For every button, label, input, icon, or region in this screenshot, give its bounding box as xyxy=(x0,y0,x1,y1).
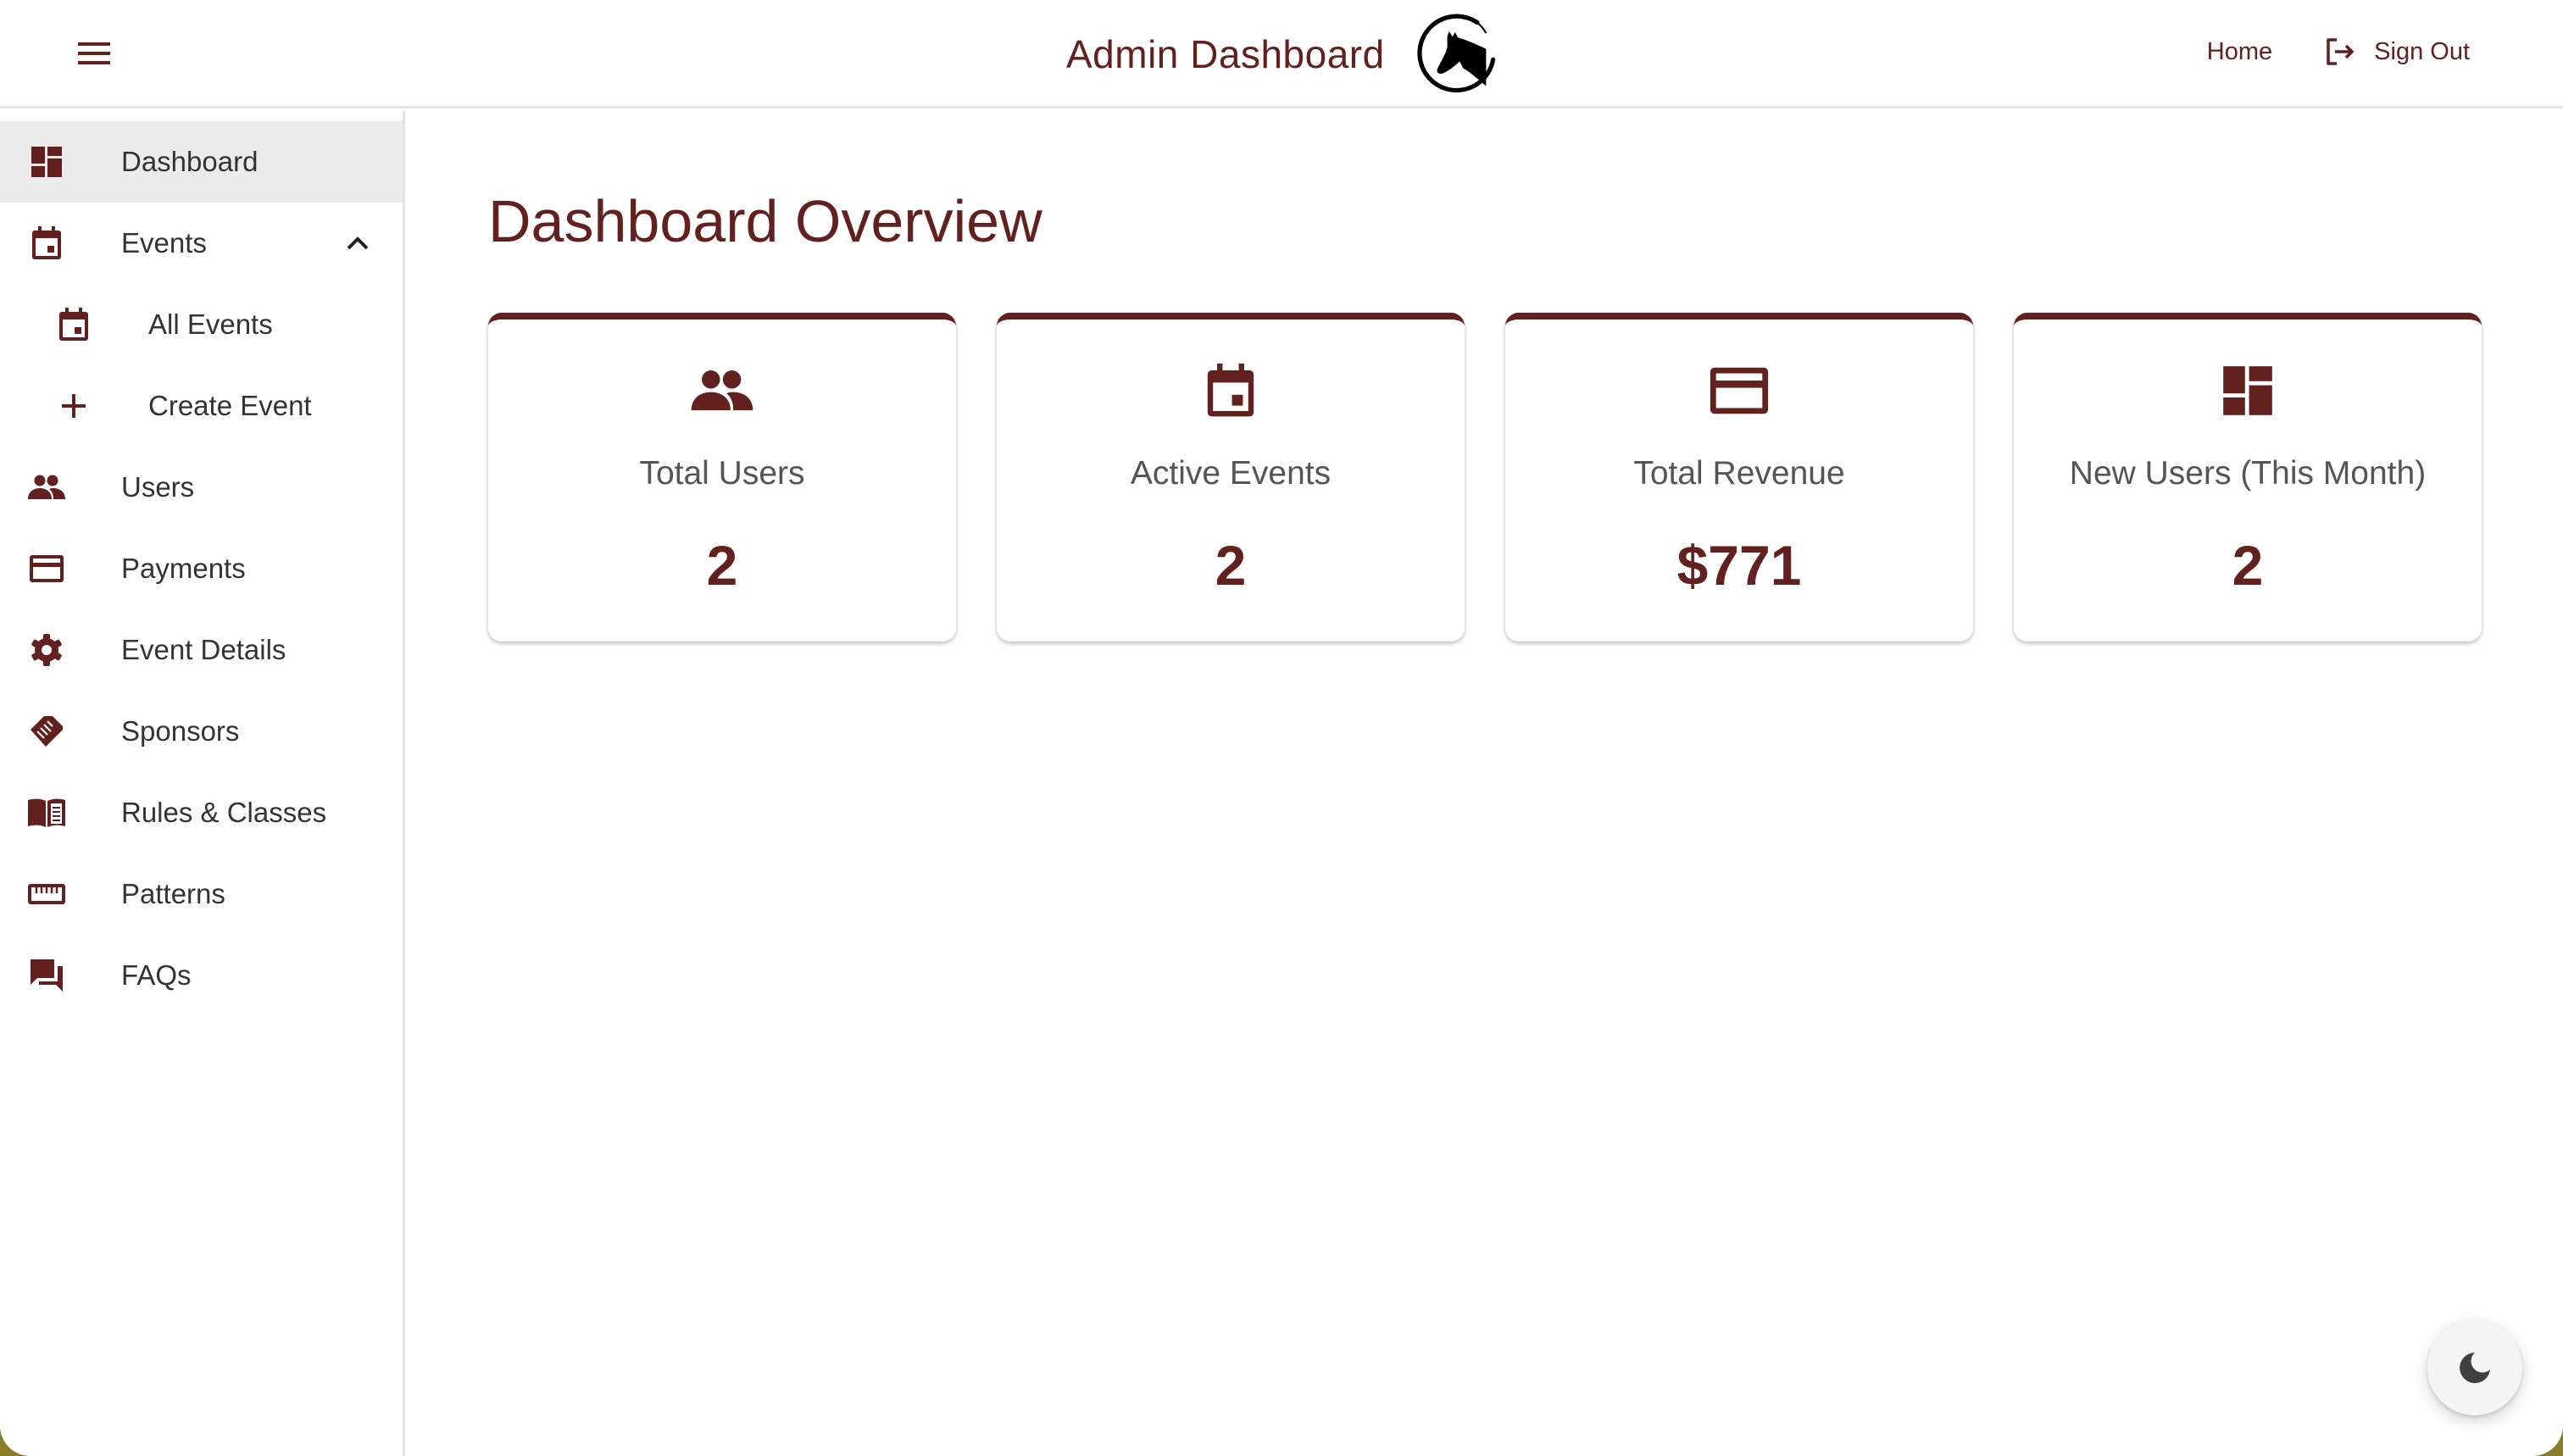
stat-value: 2 xyxy=(706,534,738,597)
sidebar-item-sponsors[interactable]: Sponsors xyxy=(0,691,403,772)
stat-card-total-users[interactable]: Total Users 2 xyxy=(488,313,956,642)
header-nav: Home Sign Out xyxy=(2207,31,2470,73)
hamburger-menu-icon xyxy=(78,42,110,64)
stat-value: $771 xyxy=(1676,534,1802,597)
credit-card-icon xyxy=(1705,357,1773,425)
dashboard-icon xyxy=(2214,357,2282,425)
theme-toggle-button[interactable] xyxy=(2427,1320,2522,1415)
stats-cards: Total Users 2 Active Events 2 Total Reve… xyxy=(488,313,2482,642)
sidebar-item-label: Patterns xyxy=(121,878,225,909)
stat-label: Total Revenue xyxy=(1633,455,1845,492)
sidebar-item-label: FAQs xyxy=(121,959,192,991)
calendar-icon xyxy=(27,224,66,263)
handshake-icon xyxy=(27,712,66,751)
sidebar-item-faqs[interactable]: FAQs xyxy=(0,935,403,1016)
horse-head-logo xyxy=(1417,14,1495,93)
sidebar-item-label: Events xyxy=(121,227,207,258)
stat-label: Active Events xyxy=(1130,455,1332,492)
home-link-label: Home xyxy=(2206,37,2273,65)
stat-card-total-revenue[interactable]: Total Revenue $771 xyxy=(1505,313,1973,642)
page-title: Dashboard Overview xyxy=(488,188,1042,254)
stat-label: Total Users xyxy=(639,455,805,492)
sign-out-button[interactable]: Sign Out xyxy=(2325,37,2470,66)
calendar-icon xyxy=(1197,357,1265,425)
menu-toggle-button[interactable] xyxy=(68,32,120,75)
sidebar-item-label: All Events xyxy=(148,308,273,340)
chevron-up-icon[interactable] xyxy=(342,228,373,258)
home-link[interactable]: Home xyxy=(2207,38,2272,66)
plus-icon xyxy=(54,386,93,425)
sidebar-item-label: Event Details xyxy=(121,634,286,665)
people-icon xyxy=(688,357,756,425)
forum-icon xyxy=(27,956,66,995)
dashboard-icon xyxy=(27,142,66,181)
sidebar-item-rules-classes[interactable]: Rules & Classes xyxy=(0,772,403,853)
sidebar-item-events[interactable]: Events xyxy=(0,203,403,284)
sidebar-item-label: Create Event xyxy=(148,390,312,421)
top-app-bar: Admin Dashboard Home Sign Out xyxy=(0,0,2563,108)
book-icon xyxy=(27,793,66,832)
sidebar-nav: Dashboard Events All Events Create Event… xyxy=(0,121,403,1016)
sidebar-item-users[interactable]: Users xyxy=(0,447,403,528)
sidebar: Dashboard Events All Events Create Event… xyxy=(0,111,405,1456)
sidebar-item-patterns[interactable]: Patterns xyxy=(0,853,403,935)
stat-value: 2 xyxy=(2232,534,2264,597)
sidebar-item-payments[interactable]: Payments xyxy=(0,528,403,609)
credit-card-icon xyxy=(27,549,66,588)
people-icon xyxy=(27,468,66,507)
sidebar-item-dashboard[interactable]: Dashboard xyxy=(0,121,403,203)
logout-icon xyxy=(2327,38,2355,65)
brand: Admin Dashboard xyxy=(1066,8,1500,100)
sidebar-item-label: Users xyxy=(121,471,195,503)
main-content: Dashboard Overview Total Users 2 Active … xyxy=(408,111,2563,1456)
sidebar-item-label: Rules & Classes xyxy=(121,797,327,828)
sidebar-item-label: Dashboard xyxy=(121,146,259,177)
sidebar-item-event-details[interactable]: Event Details xyxy=(0,609,403,691)
ruler-icon xyxy=(27,875,66,914)
sidebar-item-create-event[interactable]: Create Event xyxy=(0,365,403,447)
stat-label: New Users (This Month) xyxy=(2069,455,2427,492)
sidebar-item-label: Sponsors xyxy=(121,715,240,747)
app-window: Admin Dashboard Home Sign Out Dashboard … xyxy=(0,0,2563,1456)
stat-value: 2 xyxy=(1215,534,1247,597)
sidebar-item-all-events[interactable]: All Events xyxy=(0,284,403,365)
moon-icon xyxy=(2460,1353,2490,1383)
stat-card-new-users[interactable]: New Users (This Month) 2 xyxy=(2014,313,2482,642)
gear-icon xyxy=(27,631,66,670)
calendar-icon xyxy=(54,305,93,344)
sidebar-item-label: Payments xyxy=(121,553,246,584)
sign-out-label: Sign Out xyxy=(2374,37,2470,65)
stat-card-active-events[interactable]: Active Events 2 xyxy=(997,313,1465,642)
app-title: Admin Dashboard xyxy=(1066,32,1385,76)
